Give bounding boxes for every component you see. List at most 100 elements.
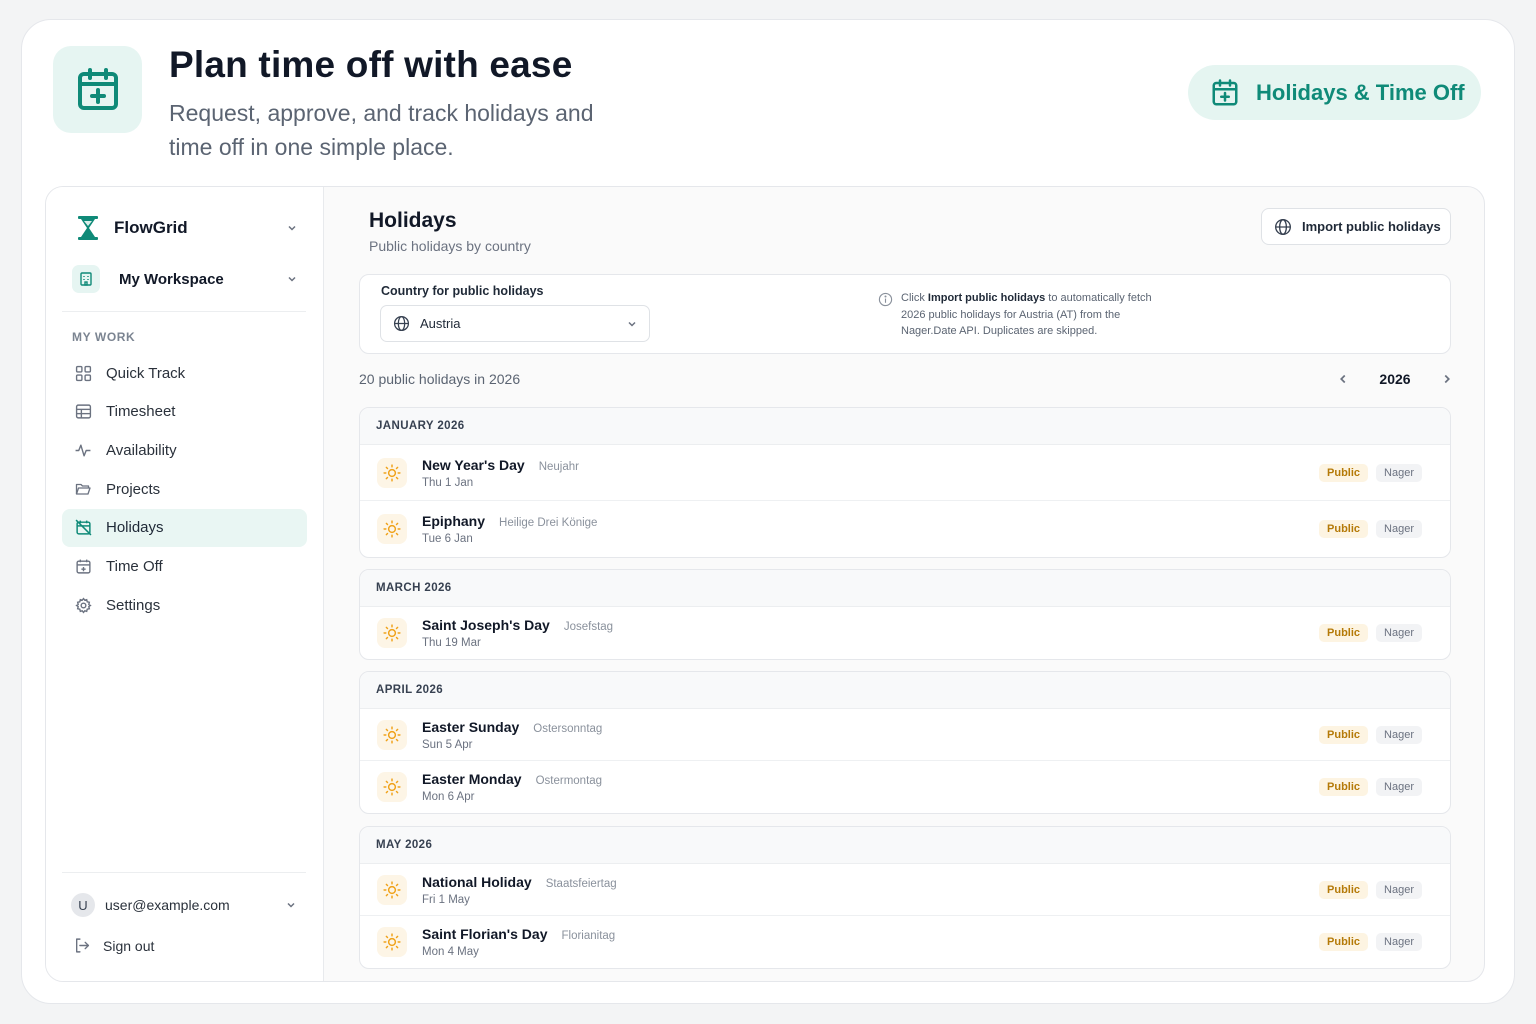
public-badge: Public (1319, 880, 1369, 899)
sidebar-item-label: Time Off (106, 557, 163, 575)
holiday-name: National Holiday (422, 873, 532, 890)
sign-out-label: Sign out (103, 937, 155, 954)
country-select[interactable]: Austria (380, 305, 650, 342)
holiday-count: 20 public holidays in 2026 (359, 371, 521, 387)
user-menu[interactable]: U user@example.com (71, 892, 297, 918)
holiday-date: Thu 19 Mar (422, 637, 481, 649)
sun-icon (377, 772, 407, 802)
holiday-row[interactable]: New Year's Day Neujahr Thu 1 Jan Public Nag… (360, 445, 1450, 501)
sidebar-item-label: Quick Track (106, 364, 186, 382)
calendar-plus-icon (1212, 78, 1238, 105)
sign-out-icon (75, 938, 90, 953)
building-icon (72, 265, 100, 293)
chevron-left-icon[interactable] (1336, 372, 1350, 386)
holiday-date: Tue 6 Jan (422, 533, 473, 545)
import-public-holidays-button[interactable]: Import public holidays (1261, 208, 1451, 245)
holiday-row[interactable]: Easter Sunday Ostersonntag Sun 5 Apr Publi… (360, 709, 1450, 761)
public-badge: Public (1319, 725, 1369, 744)
sidebar-item-availability[interactable]: Availability (62, 431, 307, 469)
sign-out-button[interactable]: Sign out (73, 937, 154, 954)
sun-icon (377, 874, 407, 905)
public-badge: Public (1319, 933, 1369, 951)
globe-icon (1275, 218, 1291, 235)
activity-icon (73, 440, 93, 460)
sidebar-item-quick-track[interactable]: Quick Track (62, 354, 307, 392)
sidebar-item-label: Projects (106, 480, 161, 498)
info-icon (878, 292, 893, 307)
page-title: Holidays (369, 209, 457, 232)
year-label: 2026 (1379, 371, 1411, 387)
sidebar-item-label: Availability (106, 441, 177, 459)
source-badge: Nager (1376, 520, 1422, 538)
sidebar-divider (62, 311, 306, 312)
source-badge: Nager (1376, 624, 1422, 642)
holiday-name: Saint Florian's Day (422, 926, 548, 942)
sun-icon (377, 719, 407, 750)
country-label: Country for public holidays (381, 284, 544, 298)
sidebar-item-time-off[interactable]: Time Off (62, 547, 307, 585)
chevron-right-icon[interactable] (1440, 372, 1454, 386)
sidebar-item-projects[interactable]: Projects (62, 470, 307, 508)
brand-switcher[interactable]: FlowGrid (76, 213, 298, 243)
workspace-switcher[interactable]: My Workspace (72, 264, 298, 294)
sidebar-item-label: Holidays (106, 519, 164, 537)
holiday-row[interactable]: Saint Joseph's Day Josefstag Thu 19 Mar Pu… (360, 607, 1450, 659)
month-header: APRIL 2026 (360, 672, 1450, 709)
sidebar-item-settings[interactable]: Settings (62, 586, 307, 624)
hero-subtitle: Request, approve, and track holidays and… (169, 100, 594, 160)
pill-label: Holidays & Time Off (1256, 79, 1465, 105)
holiday-local-name: Neujahr (538, 460, 579, 473)
hourglass-logo-icon (78, 216, 98, 240)
page-subtitle: Public holidays by country (369, 238, 531, 254)
month-group: JANUARY 2026 New Year's Day Neujahr Thu 1 … (359, 407, 1451, 558)
sidebar-item-timesheet[interactable]: Timesheet (62, 393, 307, 431)
calendar-plus-icon (73, 556, 93, 576)
hero-title: Plan time off with ease (169, 44, 573, 85)
workspace-name: My Workspace (119, 270, 224, 288)
holiday-name: Epiphany (422, 513, 486, 529)
holiday-row[interactable]: Epiphany Heilige Drei Könige Tue 6 Jan Pub… (360, 501, 1450, 557)
table-icon (73, 402, 93, 422)
sun-icon (377, 514, 407, 544)
grid-icon (73, 363, 93, 383)
sidebar-nav: Quick Track Timesheet Availability Proje… (62, 354, 307, 625)
chevron-down-icon (288, 276, 296, 282)
holiday-row[interactable]: Saint Florian's Day Florianitag Mon 4 May … (360, 916, 1450, 968)
globe-icon (393, 315, 410, 332)
info-text: Click Import public holidays to automati… (901, 292, 1152, 337)
holiday-date: Mon 4 May (422, 946, 479, 958)
country-value: Austria (420, 316, 461, 331)
chevron-down-icon (287, 902, 295, 908)
holiday-date: Thu 1 Jan (422, 476, 474, 489)
source-badge: Nager (1376, 463, 1422, 482)
sun-icon (377, 618, 407, 648)
avatar: U (71, 893, 95, 917)
holiday-local-name: Ostermontag (535, 775, 603, 787)
sun-icon (377, 927, 407, 957)
source-badge: Nager (1376, 725, 1422, 744)
month-group: MARCH 2026 Saint Joseph's Day Josefstag Th… (359, 569, 1451, 660)
import-button-label: Import public holidays (1302, 219, 1441, 234)
holiday-name: Saint Joseph's Day (422, 617, 550, 633)
sidebar-item-label: Timesheet (106, 403, 176, 421)
holiday-local-name: Heilige Drei Könige (499, 517, 598, 529)
main-content: Holidays Public holidays by country Impo… (324, 187, 1484, 981)
sidebar-divider (62, 872, 306, 873)
holiday-local-name: Florianitag (561, 930, 616, 942)
holiday-row[interactable]: Easter Monday Ostermontag Mon 6 Apr Public… (360, 761, 1450, 813)
public-badge: Public (1319, 463, 1369, 482)
month-header: MAY 2026 (360, 827, 1450, 864)
holiday-local-name: Ostersonntag (533, 722, 603, 735)
holidays-time-off-pill: Holidays & Time Off (1188, 65, 1481, 120)
sidebar-item-holidays[interactable]: Holidays (62, 508, 307, 547)
brand-name: FlowGrid (114, 218, 188, 237)
month-header: MARCH 2026 (360, 570, 1450, 607)
sun-icon (377, 457, 407, 488)
holiday-local-name: Josefstag (563, 621, 614, 633)
hero-calendar-plus-icon (53, 46, 142, 133)
holiday-row[interactable]: National Holiday Staatsfeiertag Fri 1 May … (360, 864, 1450, 916)
chevron-down-icon (628, 321, 636, 327)
chevron-down-icon (288, 225, 296, 231)
holiday-name: Easter Monday (422, 771, 522, 787)
holiday-date: Fri 1 May (422, 893, 470, 906)
